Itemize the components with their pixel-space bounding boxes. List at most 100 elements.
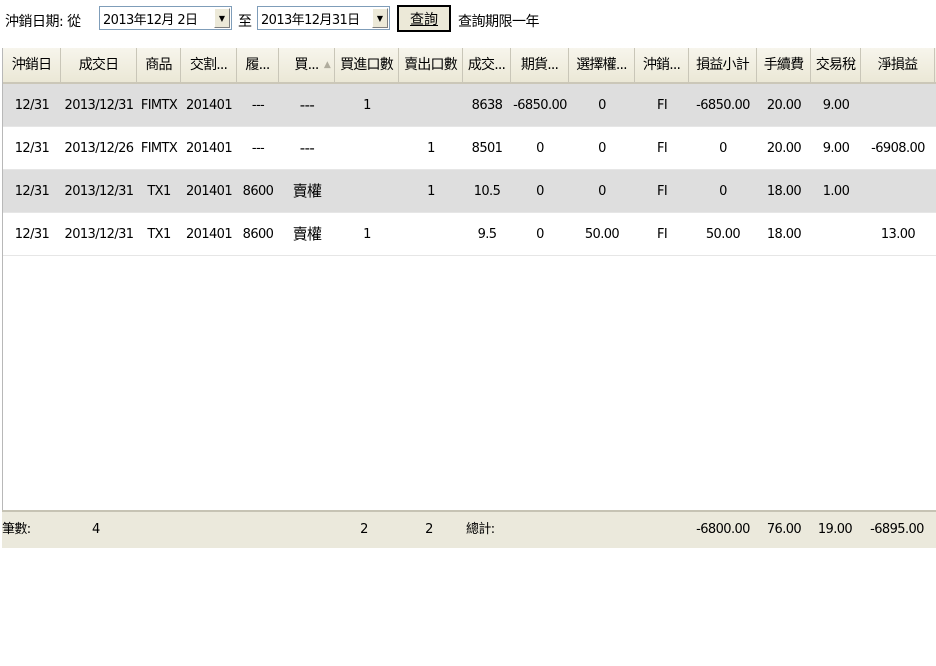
cell-offset-type: FI bbox=[656, 184, 668, 199]
cell-buy-sell-type: 賣權 bbox=[292, 225, 322, 243]
cell-delivery-month: 201401 bbox=[185, 184, 233, 199]
cell-buy-sell-type: 賣權 bbox=[292, 182, 322, 200]
sell-total: 2 bbox=[425, 522, 433, 537]
cell-trade-date: 2013/12/26 bbox=[64, 141, 135, 156]
cell-trade-price: 8501 bbox=[471, 141, 503, 156]
cell-sell-qty bbox=[399, 213, 463, 256]
query-button[interactable]: 查詢 bbox=[397, 5, 451, 32]
column-header-tax[interactable]: 交易稅 bbox=[811, 48, 861, 82]
column-header-net-pnl[interactable]: 淨損益 bbox=[861, 48, 935, 82]
cell-tax bbox=[811, 213, 861, 256]
cell-offset-date: 12/31 bbox=[14, 98, 50, 113]
cell-offset-date: 12/31 bbox=[14, 184, 50, 199]
cell-buy-qty bbox=[335, 127, 399, 170]
query-button-label: 查詢 bbox=[410, 11, 438, 28]
summary-footer: 筆數: 4 2 2 總計: -6800.00 76.00 19.00 -6895… bbox=[2, 510, 936, 548]
table-row[interactable]: 12/31 2013/12/31 TX1 201401 8600 賣權 1 9.5 0 50.00… bbox=[3, 213, 936, 256]
record-count: 4 bbox=[92, 522, 100, 537]
cell-delivery-month: 201401 bbox=[185, 227, 233, 242]
cell-trade-price: 9.5 bbox=[477, 227, 497, 242]
grid-header: 沖銷日 成交日 商品 交割... 履... 買... ▲ 買進口數 賣出口數 成交... 期貨...… bbox=[3, 48, 936, 84]
column-header-strike[interactable]: 履... bbox=[237, 48, 279, 82]
cell-trade-price: 10.5 bbox=[473, 184, 501, 199]
column-header-buy-qty[interactable]: 買進口數 bbox=[335, 48, 399, 82]
cell-buy-qty: 1 bbox=[363, 227, 371, 242]
column-header-offset-type[interactable]: 沖銷... bbox=[635, 48, 689, 82]
row-divider bbox=[3, 255, 936, 256]
to-date-value: 2013年12月31日 bbox=[261, 12, 360, 28]
cell-strike: 8600 bbox=[242, 227, 274, 242]
to-date-dropdown-icon[interactable]: ▼ bbox=[372, 8, 388, 28]
cell-buy-sell-type: --- bbox=[299, 96, 315, 114]
column-header-fee[interactable]: 手續費 bbox=[757, 48, 811, 82]
cell-buy-qty: 1 bbox=[363, 98, 371, 113]
column-header-options-pnl[interactable]: 選擇權... bbox=[569, 48, 635, 82]
cell-trade-date: 2013/12/31 bbox=[64, 98, 135, 113]
cell-sell-qty: 1 bbox=[427, 141, 435, 156]
cell-net-pnl: -6908.00 bbox=[871, 141, 925, 156]
cell-strike: 8600 bbox=[242, 184, 274, 199]
cell-pnl-subtotal: 0 bbox=[719, 141, 727, 156]
cell-net-pnl: 13.00 bbox=[880, 227, 916, 242]
from-date-dropdown-icon[interactable]: ▼ bbox=[214, 8, 230, 28]
cell-product: FIMTX bbox=[140, 98, 178, 113]
cell-fee: 20.00 bbox=[766, 141, 802, 156]
cell-tax: 1.00 bbox=[822, 184, 850, 199]
column-header-product[interactable]: 商品 bbox=[137, 48, 181, 82]
sort-ascending-icon: ▲ bbox=[323, 60, 331, 70]
column-header-pnl-subtotal[interactable]: 損益小計 bbox=[689, 48, 757, 82]
cell-offset-type: FI bbox=[656, 227, 668, 242]
cell-sell-qty: 1 bbox=[427, 184, 435, 199]
cell-futures-pnl: 0 bbox=[536, 227, 544, 242]
cell-net-pnl bbox=[861, 84, 935, 127]
cell-fee: 20.00 bbox=[766, 98, 802, 113]
table-row[interactable]: 12/31 2013/12/31 FIMTX 201401 --- --- 1 8638 -68… bbox=[3, 84, 936, 127]
cell-product: TX1 bbox=[147, 184, 171, 199]
net-pnl-total: -6895.00 bbox=[870, 522, 924, 537]
column-header-delivery-month[interactable]: 交割... bbox=[181, 48, 237, 82]
cell-futures-pnl: 0 bbox=[536, 184, 544, 199]
table-row[interactable]: 12/31 2013/12/26 FIMTX 201401 --- --- 1 8501 0 0 F… bbox=[3, 127, 936, 170]
cell-offset-date: 12/31 bbox=[14, 141, 50, 156]
cell-fee: 18.00 bbox=[766, 184, 802, 199]
cell-buy-qty bbox=[335, 170, 399, 213]
cell-offset-date: 12/31 bbox=[14, 227, 50, 242]
cell-product: FIMTX bbox=[140, 141, 178, 156]
pnl-subtotal-total: -6800.00 bbox=[696, 522, 750, 537]
date-label: 沖銷日期: 從 bbox=[5, 14, 81, 30]
cell-delivery-month: 201401 bbox=[185, 141, 233, 156]
cell-offset-type: FI bbox=[656, 98, 668, 113]
cell-futures-pnl: -6850.00 bbox=[513, 98, 567, 113]
cell-pnl-subtotal: 50.00 bbox=[705, 227, 741, 242]
table-row[interactable]: 12/31 2013/12/31 TX1 201401 8600 賣權 1 10.5 0 0 FI 0… bbox=[3, 170, 936, 213]
from-date-value: 2013年12月 2日 bbox=[103, 12, 198, 28]
cell-net-pnl bbox=[861, 170, 935, 213]
column-header-offset-date[interactable]: 沖銷日 bbox=[3, 48, 61, 82]
cell-pnl-subtotal: 0 bbox=[719, 184, 727, 199]
cell-options-pnl: 0 bbox=[598, 98, 606, 113]
to-date-picker[interactable]: 2013年12月31日 ▼ bbox=[257, 6, 390, 30]
cell-trade-date: 2013/12/31 bbox=[64, 227, 135, 242]
cell-options-pnl: 0 bbox=[598, 141, 606, 156]
cell-futures-pnl: 0 bbox=[536, 141, 544, 156]
cell-strike: --- bbox=[251, 98, 265, 113]
to-label: 至 bbox=[238, 14, 252, 30]
from-date-picker[interactable]: 2013年12月 2日 ▼ bbox=[99, 6, 232, 30]
fee-total: 76.00 bbox=[766, 522, 802, 537]
cell-offset-type: FI bbox=[656, 141, 668, 156]
cell-product: TX1 bbox=[147, 227, 171, 242]
query-toolbar: 沖銷日期: 從 2013年12月 2日 ▼ 至 2013年12月31日 ▼ 查詢… bbox=[0, 0, 936, 40]
cell-options-pnl: 50.00 bbox=[584, 227, 620, 242]
cell-fee: 18.00 bbox=[766, 227, 802, 242]
total-label: 總計: bbox=[466, 522, 495, 537]
cell-sell-qty bbox=[399, 84, 463, 127]
column-header-trade-price[interactable]: 成交... bbox=[463, 48, 511, 82]
column-header-trade-date[interactable]: 成交日 bbox=[61, 48, 137, 82]
column-header-sell-qty[interactable]: 賣出口數 bbox=[399, 48, 463, 82]
cell-pnl-subtotal: -6850.00 bbox=[696, 98, 750, 113]
cell-tax: 9.00 bbox=[822, 98, 850, 113]
column-header-buy-sell-type[interactable]: 買... ▲ bbox=[279, 48, 335, 82]
buy-total: 2 bbox=[360, 522, 368, 537]
column-header-futures-pnl[interactable]: 期貨... bbox=[511, 48, 569, 82]
cell-buy-sell-type: --- bbox=[299, 139, 315, 157]
